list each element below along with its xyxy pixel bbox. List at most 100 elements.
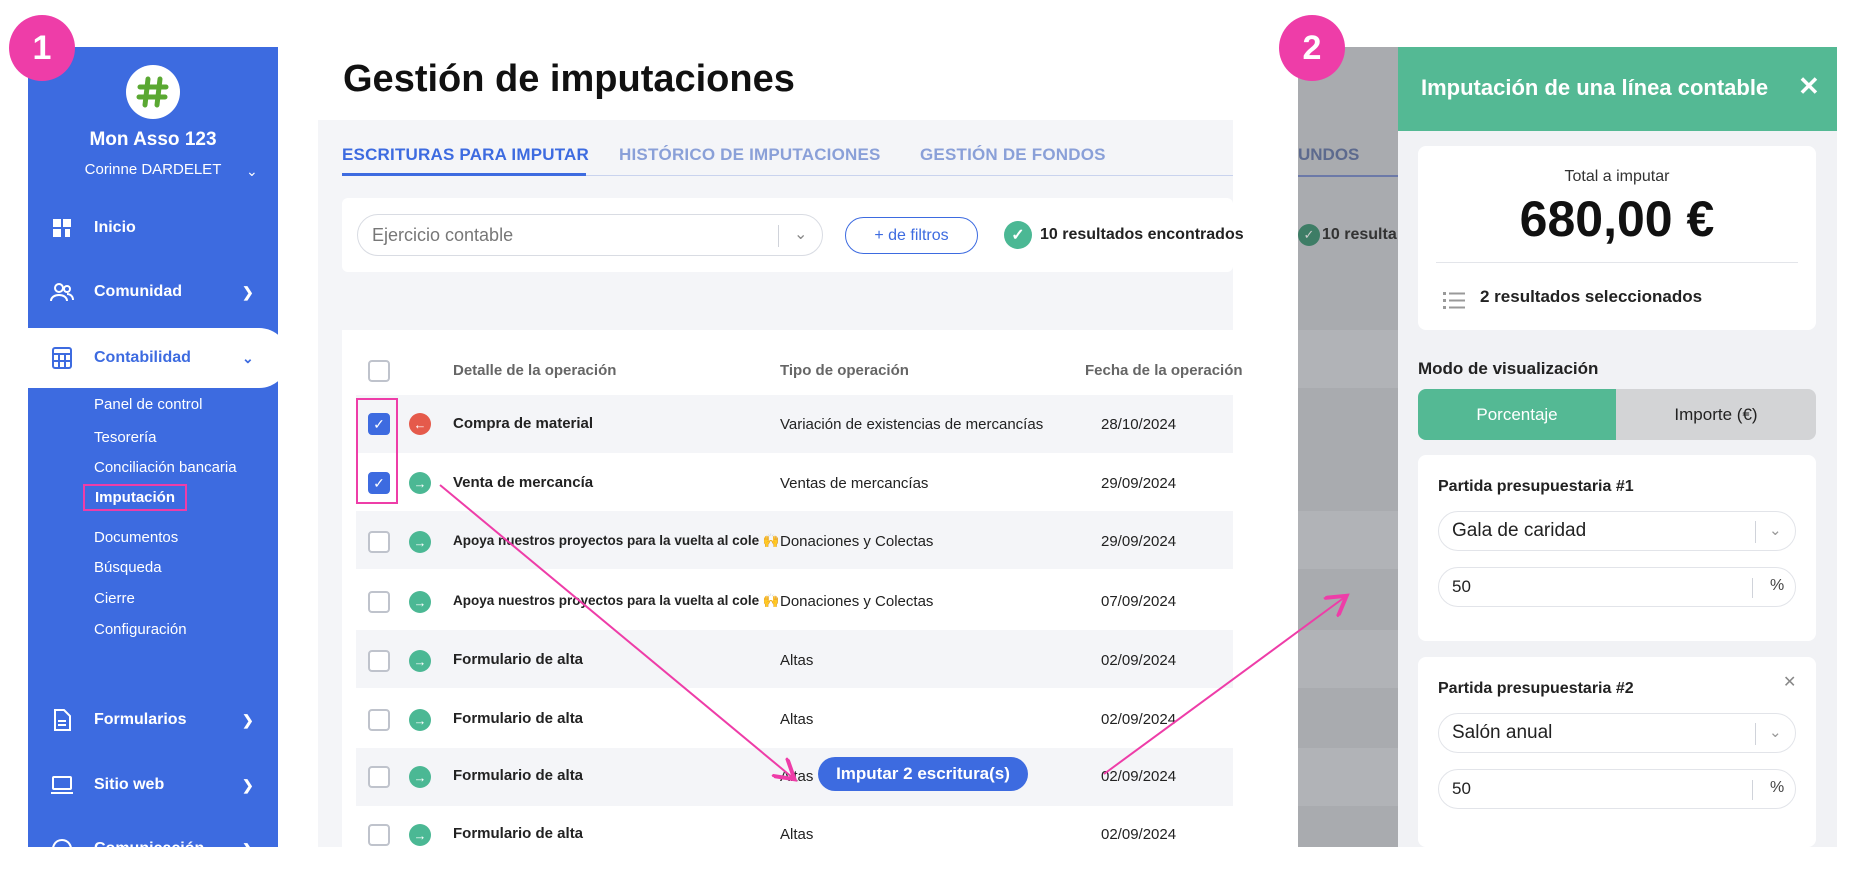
chevron-down-icon: ⌄	[1769, 522, 1782, 539]
row-detail: Formulario de alta	[453, 825, 584, 842]
mode-amount-button[interactable]: Importe (€)	[1616, 389, 1816, 440]
col-header-type: Tipo de operación	[780, 362, 909, 379]
step-2-badge: 2	[1279, 15, 1345, 81]
modal-backdrop[interactable]	[1298, 47, 1398, 847]
row-checkbox[interactable]	[368, 591, 390, 613]
view-mode-label: Modo de visualización	[1418, 359, 1599, 378]
arrow-right-icon: →	[409, 709, 431, 731]
row-checkbox[interactable]	[368, 824, 390, 846]
subnav-configuracion[interactable]: Configuración	[94, 621, 187, 638]
row-type: Altas	[780, 711, 814, 728]
mode-percentage-button[interactable]: Porcentaje	[1418, 389, 1616, 440]
nav-sitio-web[interactable]: Sitio web ❯	[28, 755, 278, 815]
total-card: Total a imputar 680,00 € 2 resultados se…	[1418, 146, 1816, 330]
nav-formularios[interactable]: Formularios ❯	[28, 690, 278, 750]
close-icon[interactable]: ✕	[1798, 71, 1820, 102]
col-header-date: Fecha de la operación	[1085, 362, 1243, 379]
tab-escrituras[interactable]: ESCRITURAS PARA IMPUTAR	[342, 145, 589, 165]
nav-label: Comunidad	[94, 283, 182, 300]
budget-line-card: Partida presupuestaria #1 Gala de carida…	[1418, 455, 1816, 641]
budget-line-select[interactable]: Salón anual ⌄	[1438, 713, 1796, 753]
row-detail: Formulario de alta	[453, 651, 584, 668]
percent-unit: %	[1770, 577, 1785, 594]
row-detail: Apoya nuestros proyectos para la vuelta …	[453, 593, 780, 608]
panel-header: Imputación de una línea contable ✕	[1398, 47, 1837, 131]
chevron-right-icon: ❯	[242, 283, 254, 300]
percent-unit: %	[1770, 779, 1785, 796]
budget-line-select[interactable]: Gala de caridad ⌄	[1438, 511, 1796, 551]
select-value: Salón anual	[1452, 722, 1553, 743]
chevron-down-icon: ⌄	[242, 349, 254, 366]
row-checkbox[interactable]	[368, 531, 390, 553]
fiscal-year-select[interactable]: Ejercicio contable ⌄	[357, 214, 823, 256]
arrow-right-icon: →	[409, 472, 431, 494]
list-icon	[1443, 292, 1465, 309]
org-name: Mon Asso 123	[89, 129, 217, 150]
select-value: Gala de caridad	[1452, 520, 1587, 541]
row-date: 02/09/2024	[1101, 711, 1177, 728]
row-date: 02/09/2024	[1101, 768, 1177, 785]
chevron-down-icon: ⌄	[1769, 724, 1782, 741]
arrow-right-icon: →	[409, 531, 431, 553]
row-detail: Venta de mercancía	[453, 474, 594, 491]
document-icon	[50, 708, 74, 732]
arrow-right-icon: →	[409, 650, 431, 672]
row-checkbox[interactable]	[368, 709, 390, 731]
backdrop-row	[1298, 330, 1398, 388]
arrow-right-icon: →	[409, 766, 431, 788]
user-name[interactable]: Corinne DARDELET	[28, 161, 278, 178]
budget-line-title: Partida presupuestaria #1	[1438, 478, 1634, 495]
budget-line-title: Partida presupuestaria #2	[1438, 680, 1634, 697]
org-logo[interactable]	[126, 65, 180, 119]
divider	[1752, 780, 1753, 800]
nav-comunidad[interactable]: Comunidad ❯	[28, 262, 278, 322]
select-all-checkbox[interactable]	[368, 360, 390, 382]
subnav-documentos[interactable]: Documentos	[94, 529, 178, 546]
row-type: Donaciones y Colectas	[780, 593, 934, 610]
chevron-down-icon[interactable]: ⌄	[246, 163, 258, 180]
subnav-panel-de-control[interactable]: Panel de control	[94, 396, 202, 413]
results-count-dimmed: 10 resulta	[1322, 226, 1397, 243]
row-detail: Compra de material	[453, 415, 594, 432]
subnav-imputacion[interactable]: Imputación	[83, 484, 188, 511]
sidebar: Mon Asso 123 Corinne DARDELET ⌄ Inicio C…	[28, 47, 289, 860]
nav-contabilidad[interactable]: Contabilidad ⌄	[28, 328, 289, 388]
more-filters-button[interactable]: + de filtros	[845, 217, 978, 254]
subnav-cierre[interactable]: Cierre	[94, 590, 135, 607]
total-value: 680,00 €	[1519, 191, 1715, 247]
page-title: Gestión de imputaciones	[343, 58, 795, 100]
tab-historico[interactable]: HISTÓRICO DE IMPUTACIONES	[619, 145, 881, 165]
row-date: 02/09/2024	[1101, 826, 1177, 843]
row-type: Altas	[780, 826, 814, 843]
row-type: Donaciones y Colectas	[780, 533, 934, 550]
subnav-conciliacion[interactable]: Conciliación bancaria	[94, 459, 237, 476]
subnav-busqueda[interactable]: Búsqueda	[94, 559, 162, 576]
select-placeholder: Ejercicio contable	[372, 224, 514, 245]
row-detail: Formulario de alta	[453, 710, 584, 727]
row-detail: Apoya nuestros proyectos para la vuelta …	[453, 533, 780, 548]
row-date: 02/09/2024	[1101, 652, 1177, 669]
active-tab-indicator	[342, 173, 586, 176]
input-value: 50	[1452, 577, 1471, 596]
impute-button[interactable]: Imputar 2 escritura(s)	[818, 757, 1028, 791]
nav-label: Inicio	[94, 219, 136, 236]
backdrop-row	[1298, 630, 1398, 688]
calculator-icon	[50, 346, 74, 370]
percentage-input[interactable]: 50 %	[1438, 769, 1796, 809]
chevron-right-icon: ❯	[242, 776, 254, 793]
nav-label: Sitio web	[94, 776, 165, 793]
input-value: 50	[1452, 779, 1471, 798]
check-circle-icon: ✓	[1004, 221, 1032, 249]
tabs-divider-dimmed	[1298, 175, 1398, 177]
tab-fondos[interactable]: GESTIÓN DE FONDOS	[920, 145, 1106, 165]
hashtag-logo-icon	[132, 71, 174, 113]
nav-comunicacion[interactable]: Comunicación ❯	[28, 819, 278, 879]
subnav-tesoreria[interactable]: Tesorería	[94, 429, 157, 446]
nav-inicio[interactable]: Inicio	[28, 198, 278, 258]
percentage-input[interactable]: 50 %	[1438, 567, 1796, 607]
row-checkbox[interactable]	[368, 766, 390, 788]
remove-icon[interactable]: ✕	[1783, 672, 1796, 692]
row-type: Ventas de mercancías	[780, 475, 929, 492]
dashboard-icon	[50, 216, 74, 240]
row-checkbox[interactable]	[368, 650, 390, 672]
